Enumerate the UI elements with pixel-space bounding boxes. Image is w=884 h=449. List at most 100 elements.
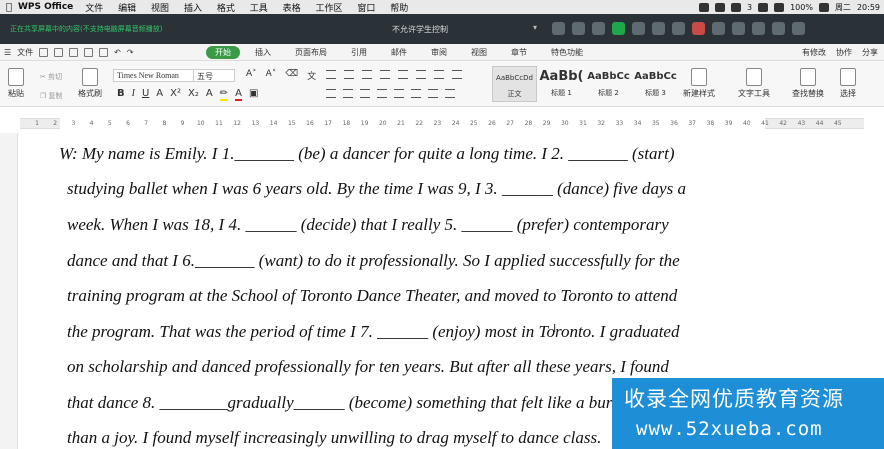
save-file-icon[interactable]	[69, 48, 79, 57]
clear-format-icon[interactable]: ⌫	[285, 69, 298, 82]
font-name-select[interactable]: Times New Roman	[113, 69, 195, 82]
new-doc-icon[interactable]	[39, 48, 49, 57]
distribute-icon[interactable]	[394, 89, 404, 98]
select-button[interactable]: 选择	[840, 68, 856, 99]
style-heading-2[interactable]: AaBbCc 标题 2	[586, 66, 631, 102]
underline-icon[interactable]: U	[142, 88, 149, 101]
highlighter-icon[interactable]	[692, 22, 705, 35]
chevron-down-icon[interactable]: ▾	[533, 23, 537, 32]
text-tools-button[interactable]: 文字工具	[738, 68, 770, 99]
print-icon[interactable]	[84, 48, 94, 57]
pointer-icon[interactable]	[632, 22, 645, 35]
file-menu[interactable]: 文件	[17, 47, 33, 58]
horizontal-ruler[interactable]: 1 2 3 4 5 6 7 8 9 10 11 12 13 14 15 16 17 18 19 20 21 22 23 24 2…	[0, 113, 884, 133]
doc-line-5[interactable]: training program at the School of Toront…	[67, 286, 677, 306]
doc-line-8[interactable]: that dance 8. ________gradually______ (b…	[67, 393, 683, 413]
align-left-icon[interactable]	[326, 89, 336, 98]
open-icon[interactable]	[54, 48, 64, 57]
indent-icon[interactable]	[380, 70, 390, 79]
eraser-icon[interactable]	[712, 22, 725, 35]
doc-line-7[interactable]: on scholarship and danced professionally…	[67, 357, 669, 377]
doc-line-9[interactable]: than a joy. I found myself increasingly …	[67, 428, 601, 448]
border-icon[interactable]	[445, 89, 455, 98]
speech-icon[interactable]	[572, 22, 585, 35]
arrow-icon[interactable]	[652, 22, 665, 35]
doc-line-2[interactable]: studying ballet when I was 6 years old. …	[67, 179, 686, 199]
font-effect-icon[interactable]: A	[156, 88, 163, 101]
apple-icon[interactable]: 	[0, 2, 18, 13]
show-marks-icon[interactable]	[434, 70, 444, 79]
table-icon[interactable]	[452, 70, 462, 79]
style-normal[interactable]: AaBbCcDd 正文	[492, 66, 537, 102]
italic-icon[interactable]: I	[132, 88, 135, 101]
style-heading-1[interactable]: AaBb( 标题 1	[539, 66, 584, 102]
mac-menu-file[interactable]: 文件	[85, 4, 103, 14]
collaborate-button[interactable]: 协作	[836, 47, 852, 58]
battery-icon[interactable]	[818, 2, 829, 12]
tab-references[interactable]: 引用	[342, 46, 376, 59]
chinese-layout-icon[interactable]	[398, 70, 408, 79]
hamburger-icon[interactable]: ☰	[4, 48, 11, 57]
line-spacing-icon[interactable]	[411, 89, 421, 98]
clock-time[interactable]: 20:59	[857, 3, 880, 12]
shrink-font-icon[interactable]: A˂	[266, 69, 277, 82]
doc-line-6[interactable]: the program. That was the period of time…	[67, 322, 679, 342]
tab-page-layout[interactable]: 页面布局	[286, 46, 336, 59]
more-icon[interactable]	[792, 22, 805, 35]
annotate-icon[interactable]	[592, 22, 605, 35]
share-button[interactable]: 分享	[862, 47, 878, 58]
subscript-icon[interactable]: X₂	[188, 88, 199, 101]
align-right-icon[interactable]	[360, 89, 370, 98]
mac-menu-table[interactable]: 表格	[283, 4, 301, 14]
modified-status[interactable]: 有修改	[802, 47, 826, 58]
undo-icon[interactable]: ↶	[114, 48, 121, 57]
pen-icon[interactable]	[672, 22, 685, 35]
highlight-icon[interactable]: ✏	[219, 88, 229, 101]
text-icon[interactable]	[732, 22, 745, 35]
chat-icon[interactable]	[552, 22, 565, 35]
style-heading-3[interactable]: AaBbCc 标题 3	[633, 66, 678, 102]
airplay-icon[interactable]	[758, 2, 769, 12]
outdent-icon[interactable]	[362, 70, 372, 79]
vertical-ruler[interactable]	[0, 133, 18, 449]
wifi-icon[interactable]	[774, 2, 785, 12]
tab-review[interactable]: 审阅	[422, 46, 456, 59]
tab-mailings[interactable]: 邮件	[382, 46, 416, 59]
mac-menu-workspace[interactable]: 工作区	[316, 4, 343, 14]
save-icon[interactable]	[752, 22, 765, 35]
trash-icon[interactable]	[772, 22, 785, 35]
format-painter-button[interactable]: 格式刷	[78, 68, 102, 99]
superscript-icon[interactable]: X²	[170, 88, 181, 101]
mac-menu-edit[interactable]: 编辑	[118, 4, 136, 14]
justify-icon[interactable]	[377, 89, 387, 98]
tab-home[interactable]: 开始	[206, 46, 240, 59]
grow-font-icon[interactable]: A˃	[246, 69, 257, 82]
text-effect-icon[interactable]: A	[206, 88, 213, 101]
wechat-icon[interactable]	[730, 2, 741, 12]
mac-menu-insert[interactable]: 插入	[184, 4, 202, 14]
app-name[interactable]: WPS Office	[18, 2, 73, 12]
tab-view[interactable]: 视图	[462, 46, 496, 59]
new-style-button[interactable]: 新建样式	[683, 68, 715, 99]
screen-share-icon[interactable]	[698, 2, 709, 12]
font-color-icon[interactable]: A	[235, 88, 242, 101]
wps-icon[interactable]	[714, 2, 725, 12]
find-replace-button[interactable]: 查找替换	[792, 68, 824, 99]
share-active-icon[interactable]	[612, 22, 625, 35]
paste-button[interactable]: 粘贴	[8, 68, 24, 99]
bullets-icon[interactable]	[326, 70, 336, 79]
redo-icon[interactable]: ↷	[127, 48, 134, 57]
mac-menu-window[interactable]: 窗口	[357, 4, 375, 14]
cut-button[interactable]: ✂ 剪切	[40, 72, 62, 82]
align-center-icon[interactable]	[343, 89, 353, 98]
sort-icon[interactable]	[416, 70, 426, 79]
pinyin-icon[interactable]: 文	[307, 69, 316, 82]
preview-icon[interactable]	[99, 48, 109, 57]
copy-button[interactable]: ❐ 复制	[40, 91, 63, 101]
font-size-select[interactable]: 五号	[193, 69, 235, 82]
tab-insert[interactable]: 插入	[246, 46, 280, 59]
mac-menu-tools[interactable]: 工具	[250, 4, 268, 14]
mac-menu-help[interactable]: 帮助	[390, 4, 408, 14]
doc-line-3[interactable]: week. When I was 18, I 4. ______ (decide…	[67, 215, 669, 235]
tab-features[interactable]: 特色功能	[542, 46, 592, 59]
